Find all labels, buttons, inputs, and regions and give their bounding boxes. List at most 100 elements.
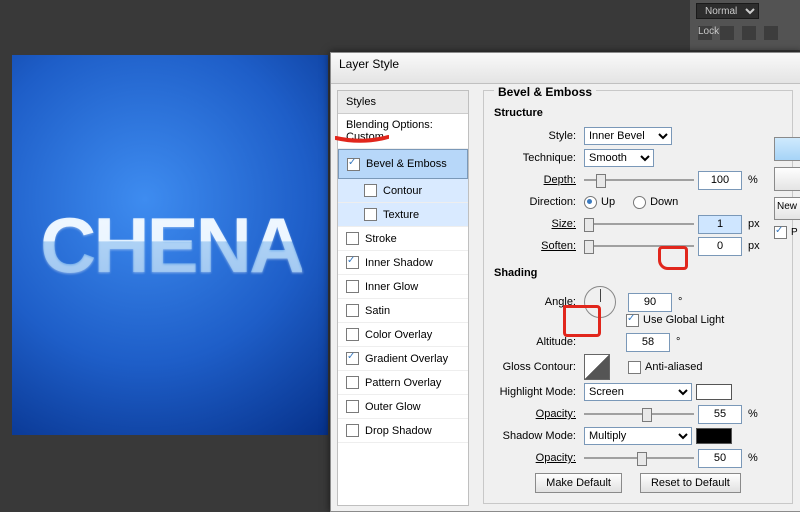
style-item-contour[interactable]: Contour [338, 179, 468, 203]
style-item-inner-glow[interactable]: Inner Glow [338, 275, 468, 299]
down-label: Down [650, 196, 678, 208]
altitude-label: Altitude: [494, 336, 580, 348]
shadow-opacity-slider[interactable] [584, 451, 694, 465]
style-checkbox[interactable] [346, 256, 359, 269]
preview-checkbox[interactable] [774, 226, 787, 239]
blending-options-item[interactable]: Blending Options: Custom [338, 114, 468, 149]
global-light-checkbox[interactable] [626, 314, 639, 327]
soften-slider[interactable] [584, 239, 694, 253]
direction-label: Direction: [494, 196, 580, 208]
app-root: Normal Lock: CHENA Layer Style Styles Bl… [0, 0, 800, 512]
style-checkbox[interactable] [346, 280, 359, 293]
make-default-button[interactable]: Make Default [535, 473, 622, 493]
technique-select[interactable]: Smooth [584, 149, 654, 167]
style-select[interactable]: Inner Bevel [584, 127, 672, 145]
highlight-opacity-input[interactable] [698, 405, 742, 424]
document-canvas: CHENA [12, 55, 328, 435]
highlight-opacity-slider[interactable] [584, 407, 694, 421]
size-slider[interactable] [584, 217, 694, 231]
style-checkbox[interactable] [346, 328, 359, 341]
layer-style-dialog: Layer Style Styles Blending Options: Cus… [330, 52, 800, 512]
gloss-contour-label: Gloss Contour: [494, 361, 580, 373]
gloss-contour-picker[interactable] [584, 354, 610, 380]
technique-label: Technique: [494, 152, 580, 164]
preview-label: P [791, 227, 798, 238]
size-input[interactable] [698, 215, 742, 234]
depth-slider[interactable] [584, 173, 694, 187]
shop-unit: % [746, 452, 758, 464]
style-item-texture[interactable]: Texture [338, 203, 468, 227]
style-item-satin[interactable]: Satin [338, 299, 468, 323]
shadow-mode-select[interactable]: Multiply [584, 427, 692, 445]
style-checkbox[interactable] [346, 376, 359, 389]
dialog-title[interactable]: Layer Style [331, 53, 800, 84]
styles-sidebar: Styles Blending Options: Custom Bevel & … [337, 90, 469, 506]
angle-dial[interactable] [584, 286, 616, 318]
style-checkbox[interactable] [346, 304, 359, 317]
style-checkbox[interactable] [346, 400, 359, 413]
style-item-outer-glow[interactable]: Outer Glow [338, 395, 468, 419]
size-label[interactable]: Size: [494, 218, 580, 230]
direction-up-radio[interactable] [584, 196, 597, 209]
up-label: Up [601, 196, 615, 208]
structure-heading: Structure [494, 107, 782, 119]
altitude-input[interactable] [626, 333, 670, 352]
global-light-label: Use Global Light [643, 314, 724, 326]
highlight-opacity-label[interactable]: Opacity: [494, 408, 580, 420]
blend-mode-select[interactable]: Normal [696, 3, 759, 19]
lock-all-icon[interactable] [764, 26, 778, 40]
soften-label[interactable]: Soften: [494, 240, 580, 252]
soften-input[interactable] [698, 237, 742, 256]
artwork: CHENA [12, 55, 328, 435]
highlight-mode-select[interactable]: Screen [584, 383, 692, 401]
depth-label[interactable]: Depth: [494, 174, 580, 186]
blending-label: Blending Options: Custom [346, 119, 460, 143]
shadow-opacity-label[interactable]: Opacity: [494, 452, 580, 464]
style-checkbox[interactable] [346, 232, 359, 245]
highlight-color-swatch[interactable] [696, 384, 732, 400]
bevel-emboss-group: Bevel & Emboss Structure Style: Inner Be… [483, 90, 793, 504]
style-checkbox[interactable] [364, 184, 377, 197]
style-item-label: Pattern Overlay [365, 377, 441, 389]
layers-panel-fragment: Normal Lock: [690, 0, 800, 50]
lock-pixels-icon[interactable] [720, 26, 734, 40]
new-style-button[interactable]: New [774, 197, 800, 220]
style-item-color-overlay[interactable]: Color Overlay [338, 323, 468, 347]
style-item-label: Gradient Overlay [365, 353, 448, 365]
style-item-gradient-overlay[interactable]: Gradient Overlay [338, 347, 468, 371]
style-item-drop-shadow[interactable]: Drop Shadow [338, 419, 468, 443]
style-item-pattern-overlay[interactable]: Pattern Overlay [338, 371, 468, 395]
hlop-unit: % [746, 408, 758, 420]
direction-down-radio[interactable] [633, 196, 646, 209]
size-unit: px [746, 218, 760, 230]
styles-header[interactable]: Styles [338, 91, 468, 114]
depth-input[interactable] [698, 171, 742, 190]
shadow-opacity-input[interactable] [698, 449, 742, 468]
style-item-stroke[interactable]: Stroke [338, 227, 468, 251]
antialiased-checkbox[interactable] [628, 361, 641, 374]
style-checkbox[interactable] [346, 424, 359, 437]
style-item-inner-shadow[interactable]: Inner Shadow [338, 251, 468, 275]
angle-input[interactable] [628, 293, 672, 312]
style-item-bevel-emboss[interactable]: Bevel & Emboss [338, 149, 468, 179]
settings-panel: Bevel & Emboss Structure Style: Inner Be… [475, 84, 800, 512]
style-item-label: Inner Glow [365, 281, 418, 293]
style-checkbox[interactable] [346, 352, 359, 365]
shading-heading: Shading [494, 267, 782, 279]
cancel-button[interactable] [774, 167, 800, 191]
lock-position-icon[interactable] [742, 26, 756, 40]
style-checkbox[interactable] [347, 158, 360, 171]
style-item-label: Color Overlay [365, 329, 432, 341]
shadow-mode-label: Shadow Mode: [494, 430, 580, 442]
reset-default-button[interactable]: Reset to Default [640, 473, 741, 493]
shadow-color-swatch[interactable] [696, 428, 732, 444]
angle-label: Angle: [494, 296, 580, 308]
altitude-deg: ° [674, 336, 680, 348]
ok-button[interactable] [774, 137, 800, 161]
soften-unit: px [746, 240, 760, 252]
antialiased-label: Anti-aliased [645, 361, 702, 373]
style-checkbox[interactable] [364, 208, 377, 221]
angle-deg: ° [676, 296, 682, 308]
text-layer-preview: CHENA [40, 200, 302, 291]
lock-label: Lock: [698, 26, 712, 40]
